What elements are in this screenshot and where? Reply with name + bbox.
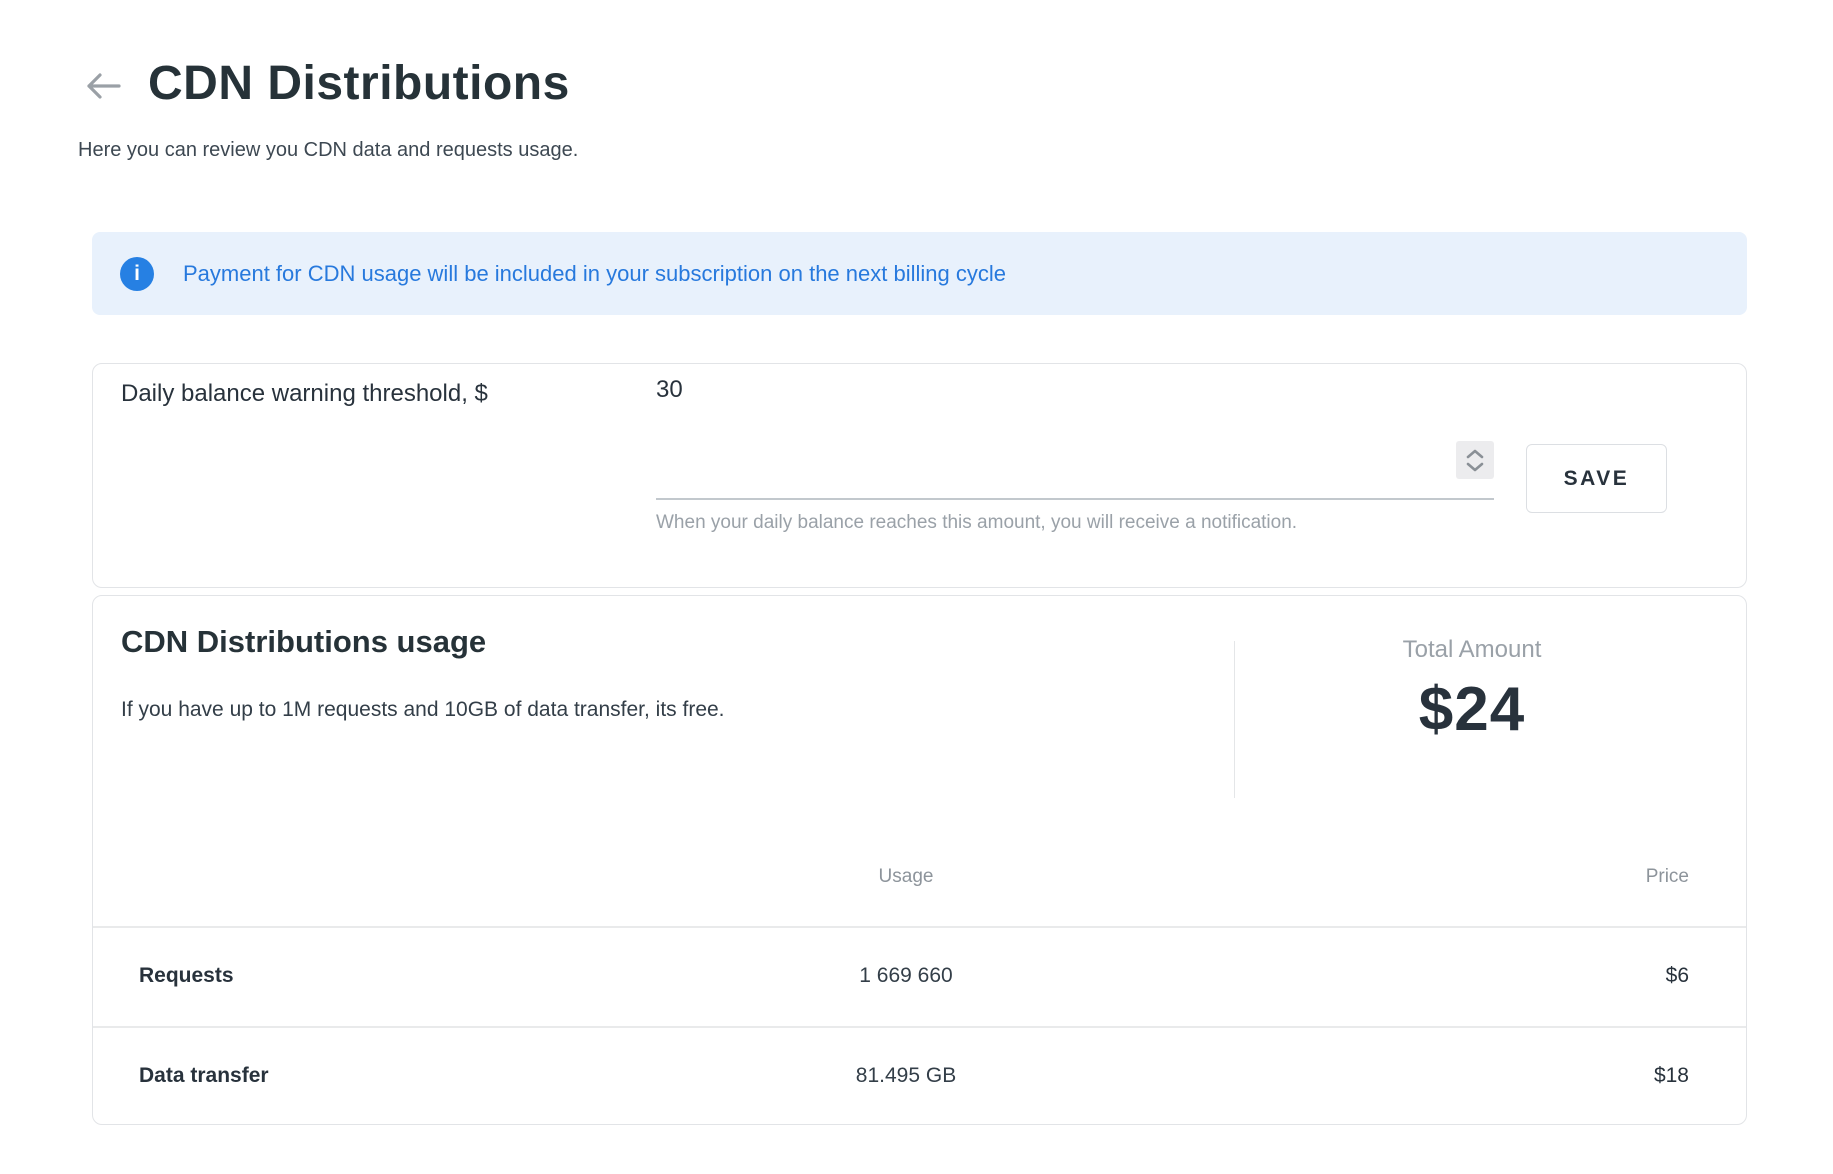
table-header-price: Price [1646, 866, 1689, 888]
save-button[interactable]: SAVE [1526, 444, 1667, 513]
threshold-input[interactable] [656, 376, 1416, 404]
total-amount-value: $24 [1235, 674, 1709, 745]
row-price-value: $6 [1666, 964, 1689, 988]
threshold-helper-text: When your daily balance reaches this amo… [656, 512, 1297, 534]
info-banner: i Payment for CDN usage will be included… [92, 232, 1747, 315]
input-underline [656, 498, 1494, 500]
table-row: Requests 1 669 660 $6 [93, 926, 1746, 1026]
threshold-card: Daily balance warning threshold, $ When … [92, 363, 1747, 588]
row-name: Requests [139, 964, 234, 988]
row-price-value: $18 [1654, 1064, 1689, 1088]
usage-card: CDN Distributions usage If you have up t… [92, 595, 1747, 1125]
stepper-down-icon[interactable] [1466, 462, 1484, 472]
table-header-usage: Usage [879, 866, 934, 888]
page-title: CDN Distributions [148, 56, 570, 111]
back-button[interactable] [85, 72, 121, 104]
total-amount-block: Total Amount $24 [1235, 636, 1709, 745]
usage-card-description: If you have up to 1M requests and 10GB o… [121, 698, 725, 722]
arrow-left-icon [85, 71, 121, 106]
usage-card-title: CDN Distributions usage [121, 624, 486, 660]
row-usage-value: 81.495 GB [856, 1064, 956, 1088]
table-row: Data transfer 81.495 GB $18 [93, 1026, 1746, 1126]
row-usage-value: 1 669 660 [859, 964, 952, 988]
stepper-up-icon[interactable] [1466, 449, 1484, 459]
row-name: Data transfer [139, 1064, 269, 1088]
threshold-label: Daily balance warning threshold, $ [121, 380, 488, 408]
info-banner-text: Payment for CDN usage will be included i… [183, 261, 1006, 287]
info-icon: i [120, 257, 154, 291]
page-subtitle: Here you can review you CDN data and req… [78, 139, 578, 162]
total-amount-label: Total Amount [1235, 636, 1709, 664]
number-stepper[interactable] [1456, 441, 1494, 479]
